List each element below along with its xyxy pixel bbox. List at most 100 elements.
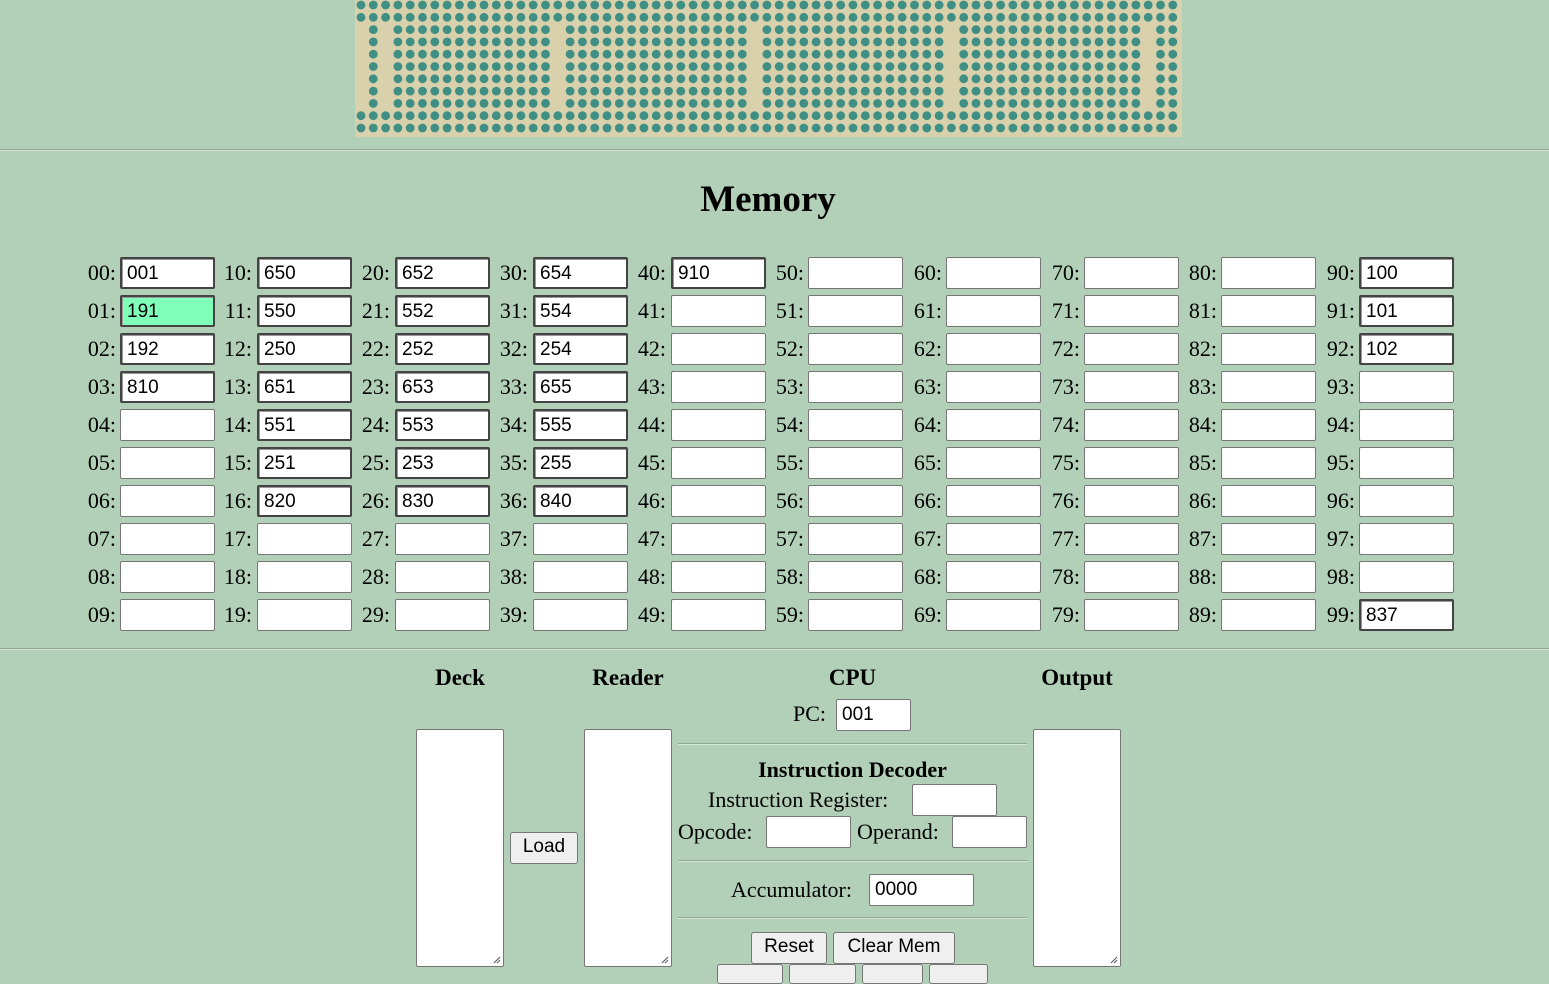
memory-cell-input[interactable]	[1084, 257, 1179, 289]
memory-cell-input[interactable]	[1359, 409, 1454, 441]
load-button[interactable]: Load	[510, 832, 578, 864]
memory-cell-input[interactable]	[808, 409, 903, 441]
cpu-control-button[interactable]	[929, 964, 988, 984]
memory-cell-input[interactable]	[120, 409, 215, 441]
memory-cell-input[interactable]	[808, 523, 903, 555]
memory-cell-input[interactable]	[120, 485, 215, 517]
memory-cell-input[interactable]	[671, 333, 766, 365]
reset-button[interactable]: Reset	[751, 932, 827, 964]
memory-cell-input[interactable]: 251	[257, 447, 352, 479]
memory-cell-input[interactable]	[671, 561, 766, 593]
memory-cell-input[interactable]	[1084, 599, 1179, 631]
memory-cell-input[interactable]	[1084, 333, 1179, 365]
memory-cell-input[interactable]	[671, 371, 766, 403]
memory-cell-input[interactable]: 910	[671, 257, 766, 289]
memory-cell-input[interactable]: 001	[120, 257, 215, 289]
deck-textarea[interactable]	[416, 729, 504, 967]
memory-cell-input[interactable]	[533, 523, 628, 555]
memory-cell-input[interactable]: 192	[120, 333, 215, 365]
memory-cell-input[interactable]: 250	[257, 333, 352, 365]
memory-cell-input[interactable]: 553	[395, 409, 490, 441]
memory-cell-input[interactable]: 255	[533, 447, 628, 479]
memory-cell-input[interactable]	[1221, 371, 1316, 403]
output-textarea[interactable]	[1033, 729, 1121, 967]
memory-cell-input[interactable]: 830	[395, 485, 490, 517]
memory-cell-input[interactable]	[946, 371, 1041, 403]
memory-cell-input[interactable]	[120, 599, 215, 631]
memory-cell-input[interactable]	[1084, 485, 1179, 517]
memory-cell-input[interactable]	[1084, 523, 1179, 555]
memory-cell-input[interactable]	[1221, 295, 1316, 327]
memory-cell-input[interactable]	[1221, 257, 1316, 289]
memory-cell-input[interactable]	[120, 523, 215, 555]
memory-cell-input[interactable]	[1221, 333, 1316, 365]
memory-cell-input[interactable]	[671, 447, 766, 479]
memory-cell-input[interactable]: 552	[395, 295, 490, 327]
memory-cell-input[interactable]	[1359, 371, 1454, 403]
operand-field[interactable]	[952, 816, 1027, 848]
memory-cell-input[interactable]	[1221, 561, 1316, 593]
memory-cell-input[interactable]	[1084, 409, 1179, 441]
memory-cell-input[interactable]	[1221, 409, 1316, 441]
memory-cell-input[interactable]	[1084, 447, 1179, 479]
memory-cell-input[interactable]: 550	[257, 295, 352, 327]
resize-grip-icon[interactable]	[659, 954, 669, 964]
memory-cell-input[interactable]	[808, 371, 903, 403]
memory-cell-input[interactable]: 100	[1359, 257, 1454, 289]
memory-cell-input[interactable]	[671, 295, 766, 327]
memory-cell-input[interactable]	[946, 257, 1041, 289]
memory-cell-input[interactable]	[1221, 485, 1316, 517]
memory-cell-input[interactable]: 837	[1359, 599, 1454, 631]
memory-cell-input[interactable]: 810	[120, 371, 215, 403]
memory-cell-input[interactable]	[671, 409, 766, 441]
memory-cell-input[interactable]	[257, 561, 352, 593]
memory-cell-input[interactable]: 254	[533, 333, 628, 365]
cpu-control-button[interactable]	[862, 964, 923, 984]
cpu-control-button[interactable]	[717, 964, 783, 984]
memory-cell-input[interactable]: 191	[120, 295, 215, 327]
clear-mem-button[interactable]: Clear Mem	[833, 932, 955, 964]
memory-cell-input[interactable]	[946, 333, 1041, 365]
memory-cell-input[interactable]: 650	[257, 257, 352, 289]
instruction-register-field[interactable]	[912, 784, 997, 816]
memory-cell-input[interactable]: 101	[1359, 295, 1454, 327]
memory-cell-input[interactable]	[395, 561, 490, 593]
memory-cell-input[interactable]	[1084, 371, 1179, 403]
accumulator-field[interactable]: 0000	[869, 874, 974, 906]
memory-cell-input[interactable]	[946, 523, 1041, 555]
memory-cell-input[interactable]: 840	[533, 485, 628, 517]
memory-cell-input[interactable]: 652	[395, 257, 490, 289]
memory-cell-input[interactable]	[808, 485, 903, 517]
memory-cell-input[interactable]	[120, 447, 215, 479]
reader-textarea[interactable]	[584, 729, 672, 967]
resize-grip-icon[interactable]	[491, 954, 501, 964]
memory-cell-input[interactable]	[946, 447, 1041, 479]
memory-cell-input[interactable]	[808, 295, 903, 327]
memory-cell-input[interactable]	[1359, 485, 1454, 517]
memory-cell-input[interactable]: 820	[257, 485, 352, 517]
memory-cell-input[interactable]	[1084, 561, 1179, 593]
pc-field[interactable]: 001	[836, 699, 911, 731]
memory-cell-input[interactable]	[1221, 599, 1316, 631]
memory-cell-input[interactable]	[120, 561, 215, 593]
memory-cell-input[interactable]: 551	[257, 409, 352, 441]
memory-cell-input[interactable]	[946, 409, 1041, 441]
memory-cell-input[interactable]: 653	[395, 371, 490, 403]
memory-cell-input[interactable]	[808, 333, 903, 365]
opcode-field[interactable]	[766, 816, 851, 848]
memory-cell-input[interactable]	[808, 257, 903, 289]
resize-grip-icon[interactable]	[1108, 954, 1118, 964]
memory-cell-input[interactable]	[808, 447, 903, 479]
memory-cell-input[interactable]	[946, 561, 1041, 593]
memory-cell-input[interactable]	[946, 599, 1041, 631]
memory-cell-input[interactable]	[1221, 523, 1316, 555]
memory-cell-input[interactable]	[1359, 561, 1454, 593]
memory-cell-input[interactable]	[533, 561, 628, 593]
memory-cell-input[interactable]	[671, 599, 766, 631]
memory-cell-input[interactable]: 555	[533, 409, 628, 441]
memory-cell-input[interactable]	[533, 599, 628, 631]
memory-cell-input[interactable]: 654	[533, 257, 628, 289]
memory-cell-input[interactable]	[1084, 295, 1179, 327]
memory-cell-input[interactable]	[671, 485, 766, 517]
memory-cell-input[interactable]	[671, 523, 766, 555]
